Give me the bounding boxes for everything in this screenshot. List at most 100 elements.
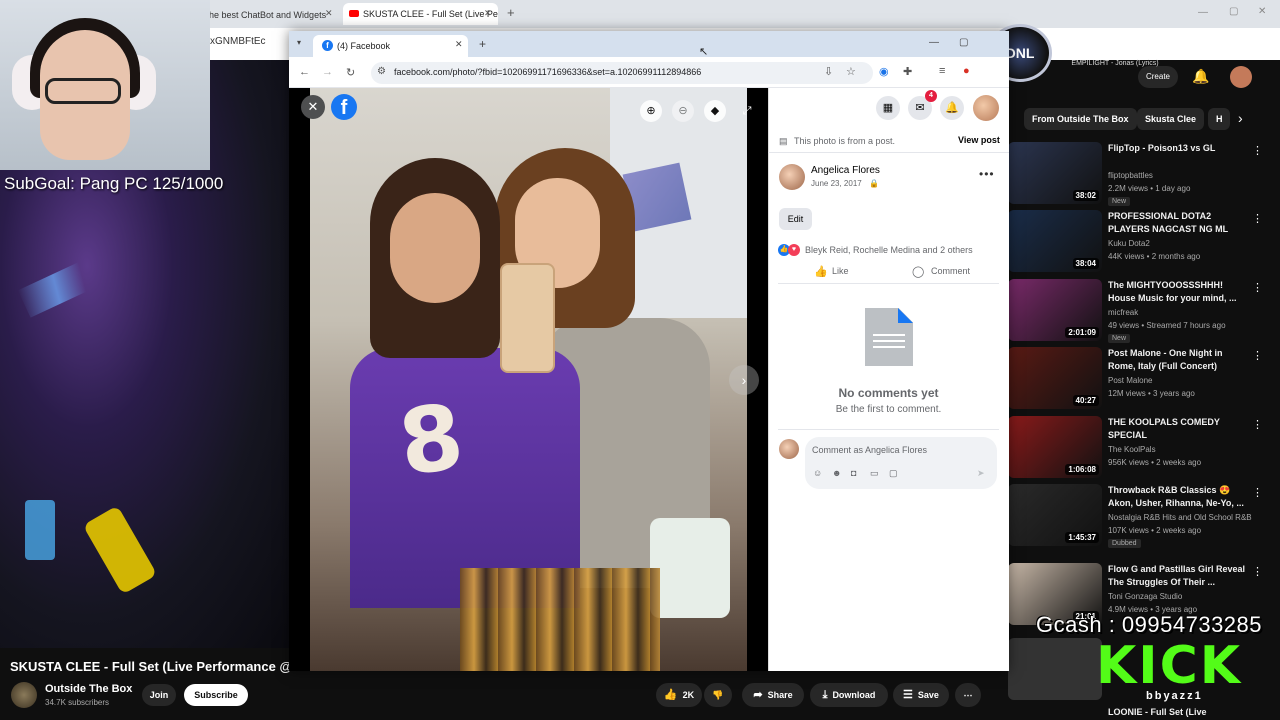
suggestion-channel[interactable]: The KoolPals <box>1108 445 1156 454</box>
maximize-icon[interactable]: ▢ <box>959 37 988 48</box>
new-tab-icon[interactable]: + <box>479 37 486 51</box>
more-vert-icon[interactable]: ⋮ <box>1252 418 1263 431</box>
tab-youtube[interactable]: SKUSTA CLEE - Full Set (Live Pe <box>343 3 498 25</box>
suggestion-item[interactable]: 40:27 Post Malone - One Night in Rome, It… <box>1008 347 1280 415</box>
back-icon[interactable]: ← <box>299 66 310 78</box>
close-tab-icon[interactable]: ✕ <box>455 39 463 50</box>
suggestion-thumbnail[interactable]: 40:27 <box>1008 347 1102 409</box>
download-button[interactable]: ⤓ Download <box>810 683 888 707</box>
camera-icon[interactable]: ◘ <box>851 468 856 478</box>
comment-button[interactable]: Comment <box>931 266 970 276</box>
tab-youtube-close-icon[interactable]: ✕ <box>484 8 492 19</box>
channel-name[interactable]: Outside The Box <box>45 683 132 695</box>
maximize-icon[interactable]: ▢ <box>1229 6 1238 17</box>
commenter-avatar[interactable] <box>779 439 799 459</box>
menu-grid-icon[interactable]: ▦ <box>876 96 900 120</box>
youtube-url[interactable]: xGNMBFtEc <box>210 36 266 47</box>
suggestion-channel[interactable]: Nostalgia R&B Hits and Old School R&B <box>1108 513 1252 522</box>
forward-icon[interactable]: → <box>322 66 333 78</box>
comment-placeholder[interactable]: Comment as Angelica Flores <box>812 445 927 455</box>
edit-button[interactable]: Edit <box>779 208 812 230</box>
suggestion-thumbnail[interactable] <box>1008 638 1102 700</box>
suggestion-channel[interactable]: Toni Gonzaga Studio <box>1108 592 1182 601</box>
dislike-button[interactable]: 👎 <box>704 683 732 707</box>
avatar-sticker-icon[interactable]: ☺ <box>813 468 822 478</box>
suggestion-title[interactable]: FlipTop - Poison13 vs GL <box>1108 142 1248 155</box>
suggestion-title[interactable]: THE KOOLPALS COMEDY SPECIAL <box>1108 416 1248 442</box>
fullscreen-icon[interactable]: ⤢ <box>736 100 758 122</box>
more-vert-icon[interactable]: ⋮ <box>1252 281 1263 294</box>
more-vert-icon[interactable]: ⋮ <box>1252 349 1263 362</box>
suggestion-item[interactable]: 38:02 FlipTop - Poison13 vs GL fliptopbatt… <box>1008 142 1280 210</box>
extension-icon[interactable]: ◉ <box>879 65 889 78</box>
new-tab-icon[interactable]: + <box>507 5 515 20</box>
bookmark-star-icon[interactable]: ☆ <box>846 65 856 78</box>
post-date[interactable]: June 23, 2017 <box>811 179 862 188</box>
suggestion-title[interactable]: LOONIE - Full Set (Live <box>1108 707 1207 717</box>
suggestion-item[interactable]: 1:06:08 THE KOOLPALS COMEDY SPECIAL The Ko… <box>1008 416 1280 484</box>
more-vert-icon[interactable]: ⋮ <box>1252 144 1263 157</box>
site-info-icon[interactable]: ⚙ <box>377 66 386 77</box>
zoom-out-icon[interactable]: ⊖ <box>672 100 694 122</box>
suggestion-title[interactable]: Post Malone - One Night in Rome, Italy (… <box>1108 347 1248 373</box>
sticker-icon[interactable]: ▢ <box>889 468 898 479</box>
suggestion-title[interactable]: PROFESSIONAL DOTA2 PLAYERS NAGCAST NG ML <box>1108 210 1248 236</box>
reactions-summary[interactable]: Bleyk Reid, Rochelle Medina and 2 others <box>805 245 973 255</box>
tab-chatbot-close-icon[interactable]: ✕ <box>325 8 333 19</box>
channel-avatar[interactable] <box>11 682 37 708</box>
chip-from-channel[interactable]: From Outside The Box <box>1024 108 1137 130</box>
avatar[interactable] <box>1230 66 1252 88</box>
suggestion-title[interactable]: The MIGHTYOOOSSSHHH! House Music for you… <box>1108 279 1248 305</box>
zoom-in-icon[interactable]: ⊕ <box>640 100 662 122</box>
tag-icon[interactable]: ◆ <box>704 100 726 122</box>
more-vert-icon[interactable]: ⋮ <box>1252 212 1263 225</box>
subscribe-button[interactable]: Subscribe <box>184 684 248 706</box>
next-photo-button[interactable]: › <box>729 365 759 395</box>
notifications-icon[interactable]: 🔔 <box>940 96 964 120</box>
suggestion-title[interactable]: Flow G and Pastillas Girl Reveal The Str… <box>1108 563 1248 589</box>
chevron-right-icon[interactable]: › <box>1238 110 1243 126</box>
suggestion-channel[interactable]: fliptopbattles <box>1108 171 1153 180</box>
like-icon[interactable]: 👍 <box>814 265 828 278</box>
minimize-icon[interactable]: — <box>1198 7 1208 18</box>
chip-more[interactable]: H <box>1208 108 1230 130</box>
minimize-icon[interactable]: — <box>929 37 959 48</box>
chip-skusta-clee[interactable]: Skusta Clee <box>1137 108 1205 130</box>
close-photo-button[interactable]: ✕ <box>301 95 325 119</box>
facebook-logo-icon[interactable]: f <box>331 94 357 120</box>
more-vert-icon[interactable]: ⋮ <box>1252 565 1263 578</box>
reload-icon[interactable]: ↻ <box>346 66 355 79</box>
view-post-link[interactable]: View post <box>958 135 1000 145</box>
poster-name[interactable]: Angelica Flores <box>811 165 880 176</box>
comment-icon[interactable]: ◯ <box>912 265 924 278</box>
suggestion-thumbnail[interactable]: 1:45:37 <box>1008 484 1102 546</box>
suggestion-item[interactable]: 1:45:37 Throwback R&B Classics 😍 Akon, Us… <box>1008 484 1280 552</box>
suggestion-thumbnail[interactable]: 1:06:08 <box>1008 416 1102 478</box>
like-button[interactable]: 👍 2K <box>656 683 702 707</box>
photo[interactable]: 8 <box>310 88 747 671</box>
suggestion-channel[interactable]: Kuku Dota2 <box>1108 239 1150 248</box>
create-button[interactable]: Create <box>1138 66 1178 88</box>
tab-search-icon[interactable]: ≡ <box>939 65 945 77</box>
emoji-icon[interactable]: ☻ <box>832 468 841 478</box>
suggestion-channel[interactable]: micfreak <box>1108 308 1138 317</box>
suggestion-thumbnail[interactable]: 38:04 <box>1008 210 1102 272</box>
tab-facebook[interactable]: (4) Facebook <box>313 35 468 57</box>
bell-icon[interactable]: 🔔 <box>1192 68 1209 85</box>
more-actions-button[interactable]: ⋯ <box>955 683 981 707</box>
suggestion-item[interactable]: 2:01:09 The MIGHTYOOOSSSHHH! House Music … <box>1008 279 1280 347</box>
gif-icon[interactable]: ▭ <box>870 468 879 479</box>
join-button[interactable]: Join <box>142 684 176 706</box>
suggestion-thumbnail[interactable]: 38:02 <box>1008 142 1102 204</box>
extension-red-icon[interactable]: ● <box>963 65 970 77</box>
suggestion-title[interactable]: Throwback R&B Classics 😍 Akon, Usher, Ri… <box>1108 484 1248 510</box>
suggestion-item[interactable]: 38:04 PROFESSIONAL DOTA2 PLAYERS NAGCAST … <box>1008 210 1280 278</box>
share-button[interactable]: ➦ Share <box>742 683 804 707</box>
suggestion-channel[interactable]: Post Malone <box>1108 376 1152 385</box>
more-options-icon[interactable]: ••• <box>979 167 995 181</box>
close-window-icon[interactable]: ✕ <box>1258 6 1266 17</box>
avatar[interactable] <box>973 95 999 121</box>
send-icon[interactable]: ➤ <box>977 468 985 479</box>
suggestion-thumbnail[interactable]: 2:01:09 <box>1008 279 1102 341</box>
save-button[interactable]: ☰ Save <box>893 683 949 707</box>
